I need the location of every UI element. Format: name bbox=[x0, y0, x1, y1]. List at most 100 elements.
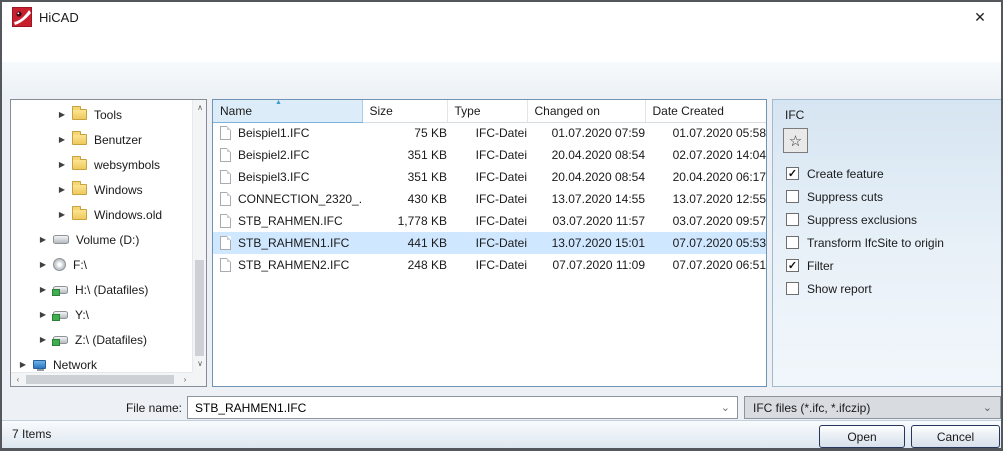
expand-arrow-icon[interactable]: ▶ bbox=[17, 360, 29, 369]
file-icon bbox=[220, 214, 231, 228]
file-row[interactable]: Beispiel2.IFC 351 KB IFC-Datei 20.04.202… bbox=[213, 144, 766, 166]
scroll-down-icon[interactable]: ∨ bbox=[193, 357, 207, 371]
file-name-input[interactable] bbox=[188, 397, 737, 418]
option-suppress-exclusions[interactable]: Suppress exclusions bbox=[786, 208, 996, 231]
tree-item-label[interactable]: H:\ (Datafiles) bbox=[75, 283, 148, 297]
expand-arrow-icon[interactable]: ▶ bbox=[56, 135, 68, 144]
network-drive-icon bbox=[53, 286, 68, 294]
option-show-report[interactable]: Show report bbox=[786, 277, 996, 300]
tree-item-tools[interactable]: ▶ Tools bbox=[11, 102, 192, 127]
close-icon: ✕ bbox=[974, 9, 986, 26]
cancel-button-label: Cancel bbox=[937, 430, 974, 444]
expand-arrow-icon[interactable]: ▶ bbox=[37, 235, 49, 244]
file-type-dropdown-icon: ⌄ bbox=[983, 401, 992, 414]
options-list: ✓ Create feature Suppress cuts Suppress … bbox=[786, 162, 996, 300]
checkbox[interactable] bbox=[786, 236, 799, 249]
scrollbar-thumb[interactable] bbox=[26, 375, 174, 384]
tree-item-windows-old[interactable]: ▶ Windows.old bbox=[11, 202, 192, 227]
tree-item-label[interactable]: Volume (D:) bbox=[76, 233, 139, 247]
column-header-label: Changed on bbox=[535, 104, 600, 118]
file-name: Beispiel1.IFC bbox=[238, 126, 309, 140]
file-changed: 20.04.2020 08:54 bbox=[527, 166, 645, 188]
option-label: Create feature bbox=[807, 167, 884, 181]
file-name: STB_RAHMEN1.IFC bbox=[238, 236, 349, 250]
tree-horizontal-scrollbar[interactable]: ‹ › bbox=[11, 372, 192, 386]
file-name-dropdown-icon[interactable]: ⌄ bbox=[721, 401, 730, 414]
file-row[interactable]: CONNECTION_2320_... 430 KB IFC-Datei 13.… bbox=[213, 188, 766, 210]
navigation-bar: ★ › Lokaler Datenträger (C:) › hicad_svn… bbox=[2, 32, 1001, 62]
tree-item-benutzer[interactable]: ▶ Benutzer bbox=[11, 127, 192, 152]
checkbox[interactable]: ✓ bbox=[786, 167, 799, 180]
checkbox[interactable] bbox=[786, 213, 799, 226]
hicad-logo-icon bbox=[12, 7, 32, 27]
tree-item-websymbols[interactable]: ▶ websymbols bbox=[11, 152, 192, 177]
option-filter[interactable]: ✓ Filter bbox=[786, 254, 996, 277]
column-header-size[interactable]: Size bbox=[362, 100, 447, 122]
tree-item-label[interactable]: Tools bbox=[94, 108, 122, 122]
expand-arrow-icon[interactable]: ▶ bbox=[37, 335, 49, 344]
tree-item-label[interactable]: websymbols bbox=[94, 158, 160, 172]
tree-item-label[interactable]: Z:\ (Datafiles) bbox=[75, 333, 147, 347]
expand-arrow-icon[interactable]: ▶ bbox=[56, 110, 68, 119]
expand-arrow-icon[interactable]: ▶ bbox=[56, 160, 68, 169]
folder-tree: ▶ Tools ▶ Benutzer ▶ websymbols ▶ Window… bbox=[11, 102, 192, 372]
tree-item-network[interactable]: ▶ Network bbox=[11, 352, 192, 372]
column-header-name[interactable]: ▲ Name bbox=[213, 100, 362, 122]
tree-item-label[interactable]: Y:\ bbox=[75, 308, 89, 322]
tree-item-f-drive[interactable]: ▶ F:\ bbox=[11, 252, 192, 277]
file-size: 351 KB bbox=[362, 166, 447, 188]
tree-item-z-drive[interactable]: ▶ Z:\ (Datafiles) bbox=[11, 327, 192, 352]
option-transform-ifcsite[interactable]: Transform IfcSite to origin bbox=[786, 231, 996, 254]
file-row[interactable]: Beispiel3.IFC 351 KB IFC-Datei 20.04.202… bbox=[213, 166, 766, 188]
column-header-changed[interactable]: Changed on bbox=[527, 100, 645, 122]
open-button[interactable]: Open bbox=[819, 425, 905, 448]
table-header-row: ▲ Name Size Type Changed on Date Created bbox=[213, 100, 766, 122]
file-type: IFC-Datei bbox=[447, 254, 527, 276]
file-created: 07.07.2020 05:53 bbox=[645, 232, 766, 254]
tree-item-volume-d[interactable]: ▶ Volume (D:) bbox=[11, 227, 192, 252]
column-header-created[interactable]: Date Created bbox=[645, 100, 766, 122]
network-drive-icon bbox=[53, 311, 68, 319]
cancel-button[interactable]: Cancel bbox=[911, 425, 1000, 448]
checkbox[interactable]: ✓ bbox=[786, 259, 799, 272]
folder-icon bbox=[72, 209, 87, 220]
tree-item-windows[interactable]: ▶ Windows bbox=[11, 177, 192, 202]
option-create-feature[interactable]: ✓ Create feature bbox=[786, 162, 996, 185]
file-row[interactable]: STB_RAHMEN2.IFC 248 KB IFC-Datei 07.07.2… bbox=[213, 254, 766, 276]
file-row-selected[interactable]: STB_RAHMEN1.IFC 441 KB IFC-Datei 13.07.2… bbox=[213, 232, 766, 254]
scroll-left-icon[interactable]: ‹ bbox=[11, 373, 25, 387]
column-header-type[interactable]: Type bbox=[447, 100, 527, 122]
tree-item-label[interactable]: Windows bbox=[94, 183, 143, 197]
option-label: Transform IfcSite to origin bbox=[807, 236, 944, 250]
tree-item-label[interactable]: Network bbox=[53, 358, 97, 372]
file-type: IFC-Datei bbox=[447, 232, 527, 254]
tree-item-y-drive[interactable]: ▶ Y:\ bbox=[11, 302, 192, 327]
tree-item-h-drive[interactable]: ▶ H:\ (Datafiles) bbox=[11, 277, 192, 302]
file-name: Beispiel2.IFC bbox=[238, 148, 309, 162]
file-changed: 13.07.2020 14:55 bbox=[527, 188, 645, 210]
tree-item-label[interactable]: Benutzer bbox=[94, 133, 142, 147]
file-row[interactable]: Beispiel1.IFC 75 KB IFC-Datei 01.07.2020… bbox=[213, 122, 766, 144]
checkbox[interactable] bbox=[786, 282, 799, 295]
expand-arrow-icon[interactable]: ▶ bbox=[37, 260, 49, 269]
tree-item-label[interactable]: F:\ bbox=[73, 258, 87, 272]
close-button[interactable]: ✕ bbox=[965, 5, 995, 29]
expand-arrow-icon[interactable]: ▶ bbox=[37, 310, 49, 319]
favorite-settings-button[interactable]: ☆ bbox=[783, 128, 808, 153]
checkbox[interactable] bbox=[786, 190, 799, 203]
expand-arrow-icon[interactable]: ▶ bbox=[56, 210, 68, 219]
scroll-up-icon[interactable]: ∧ bbox=[193, 101, 207, 115]
expand-arrow-icon[interactable]: ▶ bbox=[37, 285, 49, 294]
file-size: 351 KB bbox=[362, 144, 447, 166]
expand-arrow-icon[interactable]: ▶ bbox=[56, 185, 68, 194]
scroll-right-icon[interactable]: › bbox=[178, 373, 192, 387]
file-name: STB_RAHMEN2.IFC bbox=[238, 258, 349, 272]
tree-item-label[interactable]: Windows.old bbox=[94, 208, 162, 222]
option-suppress-cuts[interactable]: Suppress cuts bbox=[786, 185, 996, 208]
file-type-select[interactable]: IFC files (*.ifc, *.ifczip) ⌄ bbox=[744, 396, 1001, 419]
scrollbar-thumb[interactable] bbox=[195, 260, 204, 356]
file-row[interactable]: STB_RAHMEN.IFC 1,778 KB IFC-Datei 03.07.… bbox=[213, 210, 766, 232]
star-outline-icon: ☆ bbox=[789, 132, 802, 150]
file-name-combo: ⌄ bbox=[187, 396, 738, 419]
tree-vertical-scrollbar[interactable]: ∧ ∨ bbox=[192, 100, 206, 372]
